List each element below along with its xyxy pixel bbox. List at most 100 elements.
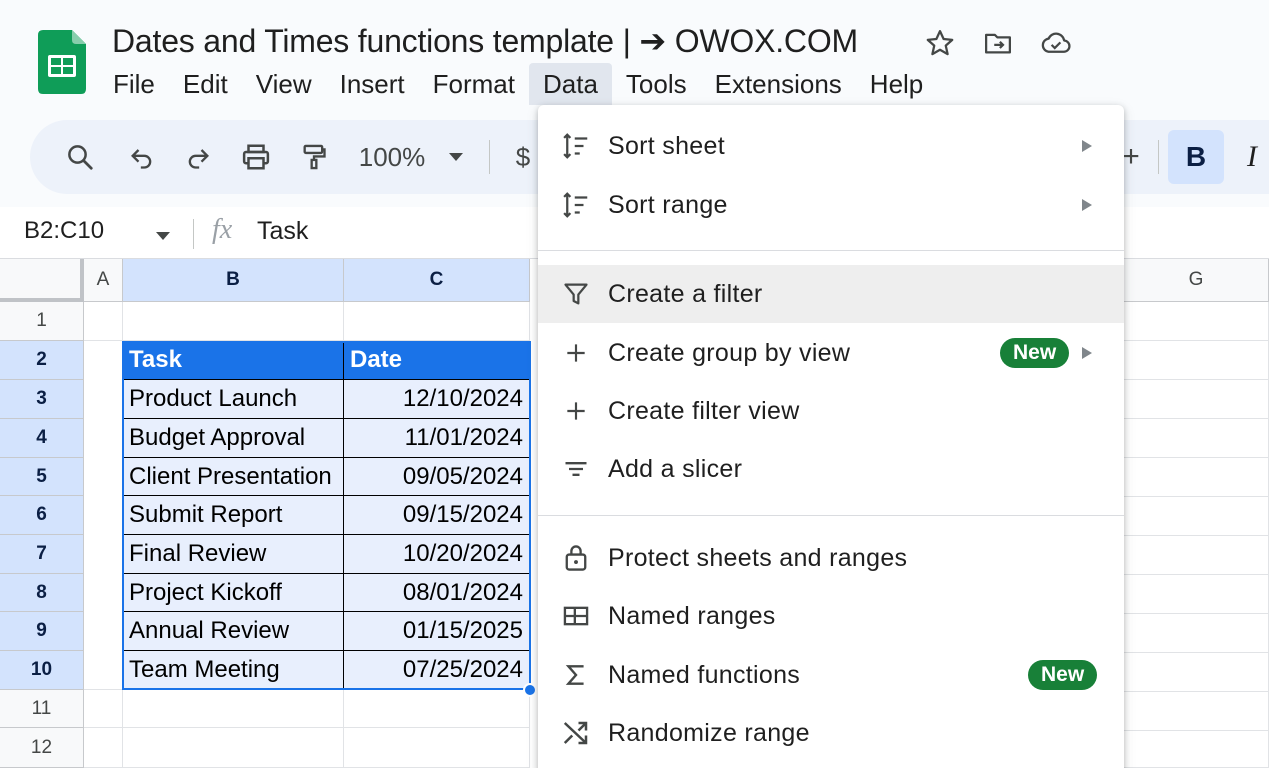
toolbar-divider	[1158, 140, 1159, 174]
menu-item-add-slicer[interactable]: Add a slicer	[538, 440, 1124, 498]
lock-icon	[560, 542, 592, 574]
menu-file[interactable]: File	[99, 63, 169, 105]
print-icon[interactable]	[236, 120, 276, 194]
star-icon[interactable]	[922, 26, 958, 60]
column-header-g[interactable]: G	[1124, 259, 1269, 302]
column-header-a[interactable]: A	[84, 259, 123, 302]
cell-a1[interactable]	[84, 302, 123, 341]
table-cell-date[interactable]: 08/01/2024	[344, 574, 530, 612]
menu-insert[interactable]: Insert	[326, 63, 419, 105]
menu-format[interactable]: Format	[419, 63, 529, 105]
fill-handle[interactable]	[523, 683, 537, 697]
table-header-date[interactable]: Date	[344, 341, 530, 380]
menu-view[interactable]: View	[242, 63, 326, 105]
table-cell-date[interactable]: 11/01/2024	[344, 419, 530, 458]
menu-item-protect-sheets[interactable]: Protect sheets and ranges	[538, 529, 1124, 587]
redo-icon[interactable]	[178, 120, 218, 194]
menu-item-named-functions[interactable]: Named functions New	[538, 646, 1124, 704]
column-a-cells[interactable]	[84, 341, 123, 690]
menu-bar: File Edit View Insert Format Data Tools …	[99, 63, 937, 105]
sheets-logo-icon[interactable]	[38, 30, 86, 94]
shuffle-icon	[560, 717, 592, 749]
table-cell-task[interactable]: Team Meeting	[123, 651, 344, 690]
menu-extensions[interactable]: Extensions	[701, 63, 856, 105]
document-title[interactable]: Dates and Times functions template | ➔ O…	[112, 22, 858, 60]
row-header-7[interactable]: 7	[0, 535, 84, 574]
table-cell-task[interactable]: Client Presentation	[123, 458, 344, 496]
formula-bar-divider	[193, 219, 194, 249]
undo-icon[interactable]	[122, 120, 162, 194]
table-cell-date[interactable]: 07/25/2024	[344, 651, 530, 690]
row-header-9[interactable]: 9	[0, 612, 84, 651]
table-cell-task[interactable]: Product Launch	[123, 380, 344, 419]
plus-icon	[560, 337, 592, 369]
column-g-cells[interactable]	[1124, 341, 1269, 768]
table-header-task[interactable]: Task	[123, 341, 344, 380]
column-header-c[interactable]: C	[344, 259, 530, 302]
menu-tools[interactable]: Tools	[612, 63, 701, 105]
cell-b1[interactable]	[123, 302, 344, 341]
row-header-6[interactable]: 6	[0, 496, 84, 535]
currency-format-button[interactable]: $	[508, 120, 538, 194]
column-header-b[interactable]: B	[123, 259, 344, 302]
table-cell-date[interactable]: 09/15/2024	[344, 496, 530, 535]
menu-item-create-filter[interactable]: Create a filter	[538, 265, 1124, 323]
menu-item-create-group-by-view[interactable]: Create group by view New	[538, 324, 1124, 382]
menu-item-sort-range[interactable]: Sort range	[538, 176, 1124, 234]
menu-divider	[538, 250, 1124, 251]
row-header-3[interactable]: 3	[0, 380, 84, 419]
menu-item-label: Create a filter	[608, 279, 763, 308]
zoom-select[interactable]: 100%	[350, 120, 434, 194]
cell-a12[interactable]	[84, 728, 123, 768]
menu-item-label: Create filter view	[608, 396, 800, 425]
italic-button[interactable]: I	[1232, 130, 1269, 184]
cell-g1[interactable]	[1124, 302, 1269, 341]
name-box[interactable]: B2:C10	[24, 217, 104, 245]
move-to-folder-icon[interactable]	[980, 26, 1016, 60]
table-cell-task[interactable]: Budget Approval	[123, 419, 344, 458]
table-cell-date[interactable]: 09/05/2024	[344, 458, 530, 496]
cell-c11[interactable]	[344, 690, 530, 728]
menu-data[interactable]: Data	[528, 63, 612, 105]
bold-button[interactable]: B	[1168, 130, 1224, 184]
table-cell-date[interactable]: 12/10/2024	[344, 380, 530, 419]
row-header-8[interactable]: 8	[0, 574, 84, 612]
menu-help[interactable]: Help	[856, 63, 937, 105]
row-header-10[interactable]: 10	[0, 651, 84, 690]
row-header-12[interactable]: 12	[0, 728, 84, 768]
sort-icon	[560, 130, 592, 162]
paint-format-icon[interactable]	[294, 120, 334, 194]
title-actions	[922, 26, 1074, 60]
row-header-2[interactable]: 2	[0, 341, 84, 380]
table-cell-task[interactable]: Project Kickoff	[123, 574, 344, 612]
name-box-dropdown-icon[interactable]	[155, 228, 171, 246]
table-cell-date[interactable]: 10/20/2024	[344, 535, 530, 574]
formula-input[interactable]: Task	[257, 217, 308, 246]
menu-item-create-filter-view[interactable]: Create filter view	[538, 382, 1124, 440]
cell-a11[interactable]	[84, 690, 123, 728]
table-cell-date[interactable]: 01/15/2025	[344, 612, 530, 651]
cloud-saved-icon[interactable]	[1038, 26, 1074, 60]
row-header-11[interactable]: 11	[0, 690, 84, 728]
cell-b11[interactable]	[123, 690, 344, 728]
search-icon[interactable]	[60, 120, 100, 194]
select-all-corner[interactable]	[0, 259, 84, 302]
submenu-arrow-icon	[1080, 139, 1094, 153]
menu-item-named-ranges[interactable]: Named ranges	[538, 587, 1124, 645]
table-cell-task[interactable]: Submit Report	[123, 496, 344, 535]
row-header-1[interactable]: 1	[0, 302, 84, 341]
cell-c12[interactable]	[344, 728, 530, 768]
submenu-arrow-icon	[1080, 346, 1094, 360]
table-cell-task[interactable]: Final Review	[123, 535, 344, 574]
cell-c1[interactable]	[344, 302, 530, 341]
menu-item-label: Sort sheet	[608, 131, 725, 160]
menu-item-randomize-range[interactable]: Randomize range	[538, 704, 1124, 762]
menu-item-sort-sheet[interactable]: Sort sheet	[538, 117, 1124, 175]
cell-b12[interactable]	[123, 728, 344, 768]
row-header-4[interactable]: 4	[0, 419, 84, 458]
menu-edit[interactable]: Edit	[169, 63, 242, 105]
menu-item-label: Add a slicer	[608, 454, 743, 483]
table-cell-task[interactable]: Annual Review	[123, 612, 344, 651]
zoom-dropdown-icon[interactable]	[442, 120, 470, 194]
row-header-5[interactable]: 5	[0, 458, 84, 496]
